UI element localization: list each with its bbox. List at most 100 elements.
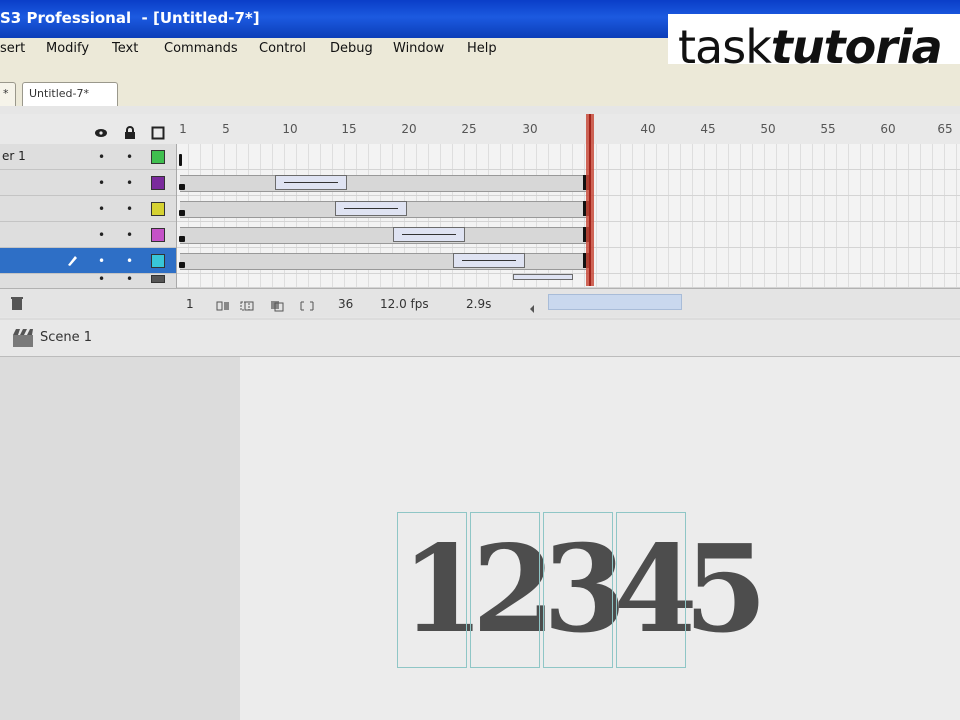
menu-debug[interactable]: Debug xyxy=(330,41,373,56)
motion-tween[interactable] xyxy=(275,175,347,190)
motion-tween[interactable] xyxy=(335,201,407,216)
keyframe[interactable] xyxy=(179,262,185,268)
layer-row-selected[interactable]: • • xyxy=(0,248,176,274)
timeline-status-bar: 1 36 12.0 fps 2.9s xyxy=(0,288,960,317)
lock-dot[interactable]: • xyxy=(126,254,133,268)
stage-digit[interactable]: 5 xyxy=(684,512,768,668)
layer-row[interactable]: er 1 • • xyxy=(0,144,176,170)
layer-row[interactable]: • • xyxy=(0,196,176,222)
selection-box xyxy=(616,512,686,668)
layer-color-swatch[interactable] xyxy=(151,202,165,216)
frame-row[interactable] xyxy=(177,274,960,288)
selection-box xyxy=(543,512,613,668)
frame-grid[interactable] xyxy=(177,144,960,288)
visibility-dot[interactable]: • xyxy=(98,150,105,164)
visibility-dot[interactable]: • xyxy=(98,254,105,268)
scroll-left-icon[interactable] xyxy=(528,299,536,318)
ruler-label: 45 xyxy=(700,122,716,136)
keyframe[interactable] xyxy=(179,154,182,166)
lock-dot[interactable]: • xyxy=(126,176,133,190)
menu-window[interactable]: Window xyxy=(393,41,444,56)
edit-multiple-frames-icon[interactable] xyxy=(300,297,314,316)
scene-label[interactable]: Scene 1 xyxy=(40,330,92,345)
keyframe[interactable] xyxy=(179,210,185,216)
menu-modify[interactable]: Modify xyxy=(46,41,89,56)
lock-icon[interactable] xyxy=(123,125,137,139)
tween-arrow xyxy=(462,260,516,261)
selection-box xyxy=(397,512,467,668)
tab-untitled-7[interactable]: Untitled-7* xyxy=(22,82,118,106)
keyframe[interactable] xyxy=(179,184,185,190)
lock-dot[interactable]: • xyxy=(126,272,133,286)
frame-span[interactable] xyxy=(180,227,586,244)
timeline-panel: 1 5 10 15 20 25 30 40 45 50 55 60 65 er … xyxy=(0,106,960,318)
frame-row[interactable] xyxy=(177,248,960,274)
timeline-ruler[interactable]: 1 5 10 15 20 25 30 40 45 50 55 60 65 xyxy=(0,114,960,145)
ruler-label: 1 xyxy=(179,122,187,136)
selection-box xyxy=(470,512,540,668)
visibility-dot[interactable]: • xyxy=(98,272,105,286)
layer-color-swatch[interactable] xyxy=(151,275,165,283)
frame-span[interactable] xyxy=(180,175,586,192)
motion-tween[interactable] xyxy=(453,253,525,268)
outline-icon[interactable] xyxy=(151,125,165,140)
layer-color-swatch[interactable] xyxy=(151,254,165,268)
visibility-dot[interactable]: • xyxy=(98,202,105,216)
layer-color-swatch[interactable] xyxy=(151,150,165,164)
lock-dot[interactable]: • xyxy=(126,202,133,216)
tween-arrow xyxy=(402,234,456,235)
ruler-label: 25 xyxy=(461,122,477,136)
menu-text[interactable]: Text xyxy=(112,41,138,56)
lock-dot[interactable]: • xyxy=(126,228,133,242)
frame-row[interactable] xyxy=(177,196,960,222)
menu-insert[interactable]: sert xyxy=(0,41,25,56)
ruler-label: 50 xyxy=(760,122,776,136)
layer-row[interactable]: • • xyxy=(0,222,176,248)
lock-dot[interactable]: • xyxy=(126,150,133,164)
onion-skin-icon[interactable] xyxy=(240,297,254,316)
eye-icon[interactable] xyxy=(94,125,108,139)
layer-row[interactable]: • • xyxy=(0,272,176,288)
frame-row[interactable] xyxy=(177,222,960,248)
ruler-label: 20 xyxy=(401,122,417,136)
pencil-icon[interactable] xyxy=(66,252,78,271)
menu-control[interactable]: Control xyxy=(259,41,306,56)
frame-span[interactable] xyxy=(180,253,586,270)
layer-color-swatch[interactable] xyxy=(151,176,165,190)
frame-rate[interactable]: 12.0 fps xyxy=(380,297,429,311)
center-frame-icon[interactable] xyxy=(216,297,230,316)
layer-row[interactable]: • • xyxy=(0,170,176,196)
window-title: S3 Professional - [Untitled-7*] xyxy=(0,9,260,27)
ruler-label: 10 xyxy=(282,122,298,136)
timeline-horizontal-scrollbar[interactable] xyxy=(548,294,682,310)
layer-name: er 1 xyxy=(2,149,26,163)
visibility-dot[interactable]: • xyxy=(98,228,105,242)
edit-bar: Scene 1 xyxy=(0,320,960,357)
tab-previous-label: * xyxy=(3,87,9,100)
scene-icon xyxy=(12,328,34,352)
playhead-line xyxy=(589,114,591,286)
trash-icon[interactable] xyxy=(10,295,24,315)
ruler-label: 5 xyxy=(222,122,230,136)
ruler-label: 60 xyxy=(880,122,896,136)
layer-color-swatch[interactable] xyxy=(151,228,165,242)
ruler-label: 40 xyxy=(640,122,656,136)
ruler-label: 30 xyxy=(522,122,538,136)
keyframe[interactable] xyxy=(179,236,185,242)
elapsed-time: 2.9s xyxy=(466,297,492,311)
tab-previous[interactable]: * xyxy=(0,82,16,106)
frame-row[interactable] xyxy=(177,144,960,170)
ruler-label: 65 xyxy=(937,122,953,136)
frame-row[interactable] xyxy=(177,170,960,196)
onion-outline-icon[interactable] xyxy=(270,297,284,316)
menu-help[interactable]: Help xyxy=(467,41,497,56)
tab-untitled-7-label: Untitled-7* xyxy=(29,87,89,100)
motion-tween[interactable] xyxy=(393,227,465,242)
tween-arrow xyxy=(344,208,398,209)
menu-commands[interactable]: Commands xyxy=(164,41,238,56)
motion-tween[interactable] xyxy=(513,274,573,280)
visibility-dot[interactable]: • xyxy=(98,176,105,190)
tween-arrow xyxy=(284,182,338,183)
ruler-label: 55 xyxy=(820,122,836,136)
ruler-label: 15 xyxy=(341,122,357,136)
